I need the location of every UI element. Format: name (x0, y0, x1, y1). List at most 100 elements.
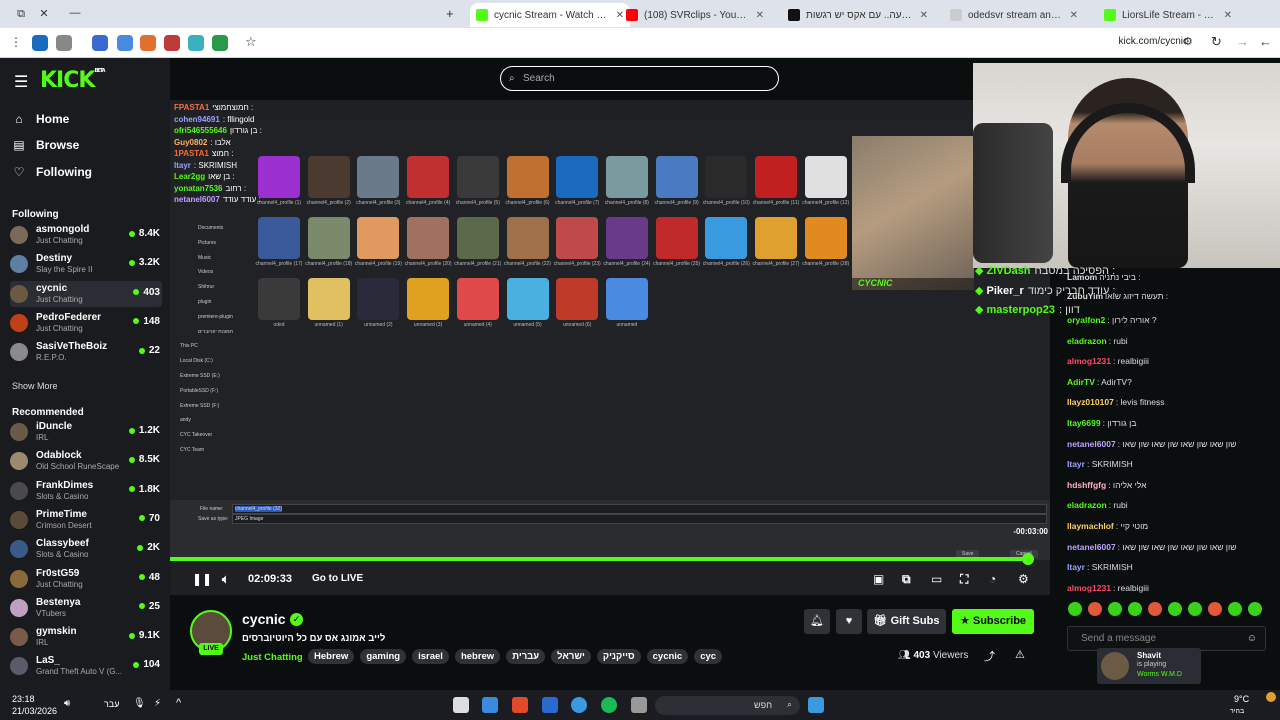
chat-username[interactable]: Lamom (1067, 272, 1097, 282)
playback-speed-icon[interactable]: ◔ (989, 572, 996, 586)
chat-username[interactable]: netanel6007 (1067, 542, 1116, 552)
sidebar-channel-gymskin[interactable]: gymskin IRL 9.1K (10, 624, 162, 650)
stream-tag[interactable]: Hebrew (308, 649, 355, 664)
tab-close-icon[interactable]: ✕ (1062, 10, 1078, 21)
go-to-live-button[interactable]: Go to LIVE (312, 573, 363, 584)
chat-username[interactable]: Itayr (1067, 459, 1085, 469)
sidebar-channel-bestenya[interactable]: Bestenya VTubers 25 (10, 595, 162, 621)
fullscreen-icon[interactable]: ⛶ (960, 572, 968, 587)
taskbar-search[interactable]: חפש ⌕ (655, 696, 800, 715)
chrome-taskbar-icon[interactable] (571, 697, 587, 713)
bookmark-star-icon[interactable]: ☆ (245, 34, 257, 50)
browser-tab[interactable]: הקריין לא טועה.. עם אקס יש רגשות✕ (782, 3, 934, 27)
sidebar-channel-pedrofederer[interactable]: PedroFederer Just Chatting 148 (10, 310, 162, 336)
chat-username[interactable]: almog1231 (1067, 356, 1111, 366)
site-settings-icon[interactable]: ⚙ (1183, 35, 1193, 48)
spotify-taskbar-icon[interactable] (601, 697, 617, 713)
extension-icon[interactable] (164, 35, 180, 51)
search-input[interactable]: ⌕ Search (500, 66, 779, 91)
emote-picker-icon[interactable]: ☺ (1247, 627, 1257, 650)
chat-username[interactable]: Itay6699 (1067, 418, 1101, 428)
menu-dots-icon[interactable]: ⋮ (10, 35, 22, 49)
chat-username[interactable]: oryalfon2 (1067, 315, 1105, 325)
taskbar-app-icon[interactable] (482, 697, 498, 713)
extension-icon[interactable] (32, 35, 48, 51)
clock-date[interactable]: 21/03/2026 (12, 706, 57, 717)
chat-username[interactable]: eladrazon (1067, 500, 1107, 510)
window-close-icon[interactable]: ✕ (33, 7, 55, 20)
nav-home[interactable]: ⌂ Home (12, 112, 69, 126)
sidebar-channel-sasivetheboiz[interactable]: SasiVeTheBoiz R.E.P.O. 22 (10, 339, 162, 365)
language-indicator[interactable]: עבר (104, 699, 119, 709)
nav-browse[interactable]: ▤ Browse (12, 138, 79, 152)
sidebar-channel-classybeef[interactable]: Classybeef Slots & Casino 2K (10, 536, 162, 562)
taskbar-app-icon[interactable] (542, 697, 558, 713)
chat-username[interactable]: netanel6007 (1067, 439, 1116, 449)
forward-icon[interactable]: → (1236, 34, 1249, 49)
extension-icon[interactable] (140, 35, 156, 51)
taskbar-app-icon[interactable] (453, 697, 469, 713)
sidebar-channel-cycnic[interactable]: cycnic Just Chatting 403 (10, 280, 162, 307)
friend-activity-toast[interactable]: Shavit is playing Worms W.M.D (1097, 648, 1201, 684)
sidebar-channel-destiny[interactable]: Destiny Slay the Spire II 3.2K (10, 251, 162, 277)
sidebar-channel-asmongold[interactable]: asmongold Just Chatting 8.4K (10, 222, 162, 248)
progress-knob[interactable] (1022, 553, 1034, 565)
url-text[interactable]: kick.com/cycnic (1119, 36, 1188, 47)
chat-username[interactable]: eladrazon (1067, 336, 1107, 346)
chat-username[interactable]: Itayr (1067, 562, 1085, 572)
chat-username[interactable]: AdirTV (1067, 377, 1095, 387)
extension-icon[interactable] (92, 35, 108, 51)
taskbar-app-icon[interactable] (631, 697, 647, 713)
clock-time[interactable]: 23:18 (12, 694, 35, 705)
taskbar-app-icon[interactable] (512, 697, 528, 713)
tray-expand-icon[interactable]: ^ (176, 697, 181, 709)
weather-temp[interactable]: 9°C (1234, 694, 1249, 705)
tab-close-icon[interactable]: ✕ (912, 10, 928, 21)
reload-icon[interactable]: ↻ (1211, 34, 1222, 50)
subscribe-button[interactable]: ★ Subscribe (952, 609, 1034, 634)
streamer-name[interactable]: cycnic (242, 611, 286, 627)
network-tray-icon[interactable]: ⚡ (154, 698, 161, 709)
browser-tab[interactable]: odedsvr stream analytics & sta✕ (944, 3, 1084, 27)
stream-tag[interactable]: hebrew (454, 649, 501, 664)
mic-tray-icon[interactable]: 🎙︎ (133, 698, 146, 709)
chat-username[interactable]: hdshffgfg (1067, 480, 1106, 490)
stream-tag[interactable]: עברית (506, 649, 546, 664)
volume-icon[interactable]: 🔈︎ (222, 572, 229, 587)
chat-username[interactable]: Ilayz010107 (1067, 397, 1114, 407)
new-tab-icon[interactable]: + (446, 6, 454, 21)
show-more-link[interactable]: Show More (12, 381, 58, 391)
tab-close-icon[interactable]: ✕ (748, 10, 764, 21)
chat-username[interactable]: llaymachlof (1067, 521, 1114, 531)
back-icon[interactable]: ← (1259, 34, 1272, 49)
notification-badge-icon[interactable] (1266, 692, 1276, 702)
window-minimize-icon[interactable]: — (64, 7, 86, 19)
stream-tag[interactable]: israel (412, 649, 449, 664)
start-windows-icon[interactable] (808, 697, 824, 713)
browser-tab[interactable]: (108) SVRclips - YouTube ✕ (620, 3, 770, 27)
follow-heart-icon[interactable]: ♥ (836, 609, 862, 634)
stream-tag[interactable]: cyc (694, 649, 723, 664)
browser-tab[interactable]: cycnic Stream - Watch Live ✕ (470, 3, 630, 27)
extension-icon[interactable] (56, 35, 72, 51)
kick-logo[interactable]: KICKBETA (40, 68, 106, 93)
theater-mode-icon[interactable]: ▭ (931, 572, 942, 586)
sidebar-channel-odablock[interactable]: Odablock Old School RuneScape 8.5K (10, 448, 162, 474)
clip-icon[interactable]: ▣ (873, 572, 884, 586)
pause-icon[interactable]: ❚❚ (192, 572, 212, 586)
extension-icon[interactable] (117, 35, 133, 51)
sidebar-channel-iduncle[interactable]: iDuncle IRL 1.2K (10, 419, 162, 445)
stream-tag[interactable]: סייקניק (596, 649, 641, 664)
chat-username[interactable]: ZubuYim (1067, 291, 1103, 301)
video-player[interactable]: Documents Pictures Music Videos Shihrur plugi… (170, 100, 1050, 595)
settings-gear-icon[interactable]: ⚙ (1018, 572, 1029, 586)
stream-tag[interactable]: cycnic (646, 649, 689, 664)
chat-username[interactable]: almog1231 (1067, 583, 1111, 593)
notification-bell-icon[interactable]: 🔔︎ (804, 609, 830, 634)
hamburger-menu-icon[interactable]: ☰ (14, 72, 28, 92)
sidebar-channel-fr0stg59[interactable]: Fr0stG59 Just Chatting 48 (10, 566, 162, 592)
sidebar-channel-las_[interactable]: LaS_ Grand Theft Auto V (G... 104 (10, 653, 162, 679)
browser-tab[interactable]: LiorsLife Stream - Watch Live o✕ (1098, 3, 1238, 27)
extension-icon[interactable] (188, 35, 204, 51)
share-icon[interactable]: ⤴ (984, 648, 995, 664)
